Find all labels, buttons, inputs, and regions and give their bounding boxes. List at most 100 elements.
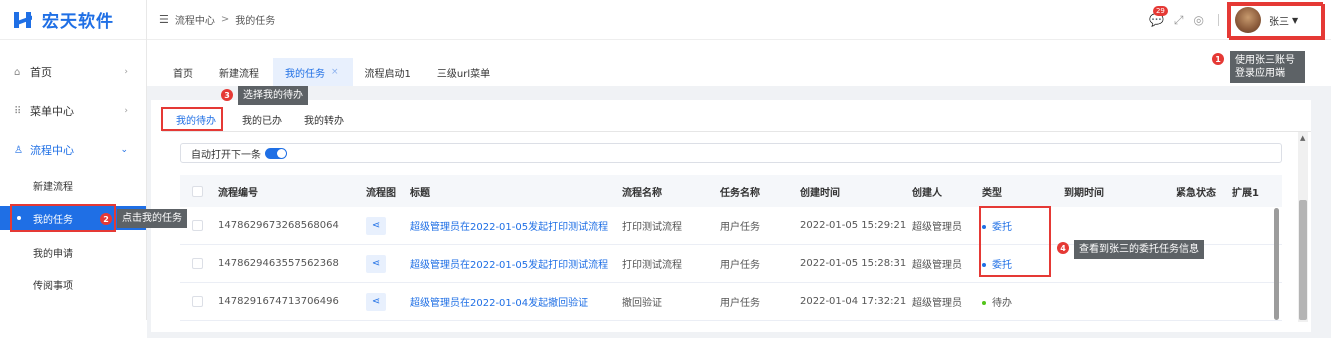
col-header: 扩展1 xyxy=(1232,187,1259,199)
col-header[interactable]: 流程编号 xyxy=(204,184,360,199)
theme-icon[interactable]: ◎ xyxy=(1194,13,1204,27)
sidebar-subitem-circulation[interactable]: 传阅事项 xyxy=(0,272,146,296)
annotation-tooltip: 使用张三账号登录应用端 xyxy=(1230,51,1305,83)
cell-flowchart: ⋖ xyxy=(360,292,404,311)
grid-icon: ⠿ xyxy=(14,105,22,117)
cell-created-time: 2022-01-04 17:32:21 xyxy=(800,296,906,307)
tab-my-tasks[interactable]: 我的任务 × xyxy=(273,58,353,86)
cell-title-link[interactable]: 超级管理员在2022-01-04发起撤回验证 xyxy=(404,294,616,309)
annotation-tooltip: 选择我的待办 xyxy=(238,86,308,105)
auto-open-bar: 自动打开下一条 xyxy=(180,143,1282,163)
tab-home[interactable]: 首页 xyxy=(161,58,207,86)
annotation-tooltip: 点击我的任务 xyxy=(117,209,187,228)
col-header[interactable]: 到期时间 xyxy=(1058,184,1170,199)
annotation-number: 2 xyxy=(100,213,112,225)
sidebar-subitem-label: 新建流程 xyxy=(33,181,73,193)
sidebar-subitem-new-process[interactable]: 新建流程 xyxy=(0,173,146,197)
row-checkbox[interactable] xyxy=(192,258,203,269)
row-checkbox[interactable] xyxy=(192,296,203,307)
cell-created-time: 2022-01-05 15:28:31 xyxy=(800,258,906,269)
col-header: 流程图 xyxy=(366,187,396,199)
toggle-knob xyxy=(277,148,286,158)
select-all-cell xyxy=(180,185,204,197)
table-header: 流程编号 流程图 标题 流程名称 任务名称 创建时间 创建人 类型 到期时间 紧… xyxy=(180,175,1282,207)
sidebar-item-label: 菜单中心 xyxy=(30,105,74,118)
row-select-cell xyxy=(180,296,204,307)
chevron-right-icon: › xyxy=(124,67,128,77)
col-header[interactable]: 创建时间 xyxy=(794,184,906,199)
tab-new-process[interactable]: 新建流程 xyxy=(207,58,273,86)
annotation-number: 1 xyxy=(1212,53,1224,65)
message-icon[interactable]: 💬 29 xyxy=(1149,6,1168,27)
subtab-done[interactable]: 我的已办 xyxy=(222,112,288,127)
cell-creator: 超级管理员 xyxy=(912,260,962,271)
cell-title-link[interactable]: 超级管理员在2022-01-05发起打印测试流程 xyxy=(404,256,616,271)
col-header: 创建人 xyxy=(912,187,942,199)
auto-open-toggle[interactable] xyxy=(265,147,287,159)
cell-task-name: 用户任务 xyxy=(720,298,760,309)
flowchart-icon[interactable]: ⋖ xyxy=(366,254,386,273)
header-divider xyxy=(1218,14,1219,26)
col-header: 类型 xyxy=(982,187,1002,199)
select-all-checkbox[interactable] xyxy=(192,185,203,197)
sidebar-subitem-my-applications[interactable]: 我的申请 xyxy=(0,240,146,264)
tab-label: 新建流程 xyxy=(219,68,259,80)
tab-label: 流程启动1 xyxy=(364,68,411,80)
cell-type: 待办 xyxy=(976,294,1058,309)
col-header: 紧急状态 xyxy=(1176,187,1216,199)
sidebar-subitem-label: 传阅事项 xyxy=(33,280,73,292)
fullscreen-icon[interactable]: ⤢ xyxy=(1174,13,1184,28)
scroll-up-icon[interactable]: ▲ xyxy=(1300,134,1305,142)
cell-process-id: 1478291674713706496 xyxy=(218,296,339,307)
app-name: 宏天软件 xyxy=(42,12,114,32)
scrollbar-thumb[interactable] xyxy=(1299,200,1307,320)
annotation-box-todo xyxy=(161,107,223,131)
home-icon: ⌂ xyxy=(14,66,21,78)
tab-process-start[interactable]: 流程启动1 xyxy=(353,58,425,86)
type-dot xyxy=(982,301,986,305)
annotation-number: 4 xyxy=(1057,242,1069,254)
logo-icon xyxy=(14,11,32,29)
flowchart-icon[interactable]: ⋖ xyxy=(366,292,386,311)
sidebar-item-label: 首页 xyxy=(30,66,52,79)
chevron-down-icon: ⌄ xyxy=(120,145,128,155)
cell-creator: 超级管理员 xyxy=(912,298,962,309)
cell-flowchart: ⋖ xyxy=(360,216,404,235)
cell-process-name: 打印测试流程 xyxy=(622,222,682,233)
tab-url-menu[interactable]: 三级url菜单 xyxy=(425,58,504,86)
chevron-right-icon: › xyxy=(124,106,128,116)
page-scrollbar[interactable] xyxy=(1298,132,1308,322)
table-scrollbar[interactable] xyxy=(1274,208,1279,320)
type-label: 待办 xyxy=(992,298,1012,309)
flow-icon: ♙ xyxy=(14,144,23,156)
row-checkbox[interactable] xyxy=(192,220,203,231)
sidebar-item-flow-center[interactable]: ♙ 流程中心 ⌄ xyxy=(0,140,146,160)
cell-process-name: 撤回验证 xyxy=(622,298,662,309)
sidebar-item-home[interactable]: ⌂ 首页 › xyxy=(0,62,146,82)
breadcrumb: ☰ 流程中心 > 我的任务 xyxy=(147,12,275,27)
cell-process-id: 1478629673268568064 xyxy=(218,220,339,231)
annotation-number: 3 xyxy=(221,89,233,101)
breadcrumb-item[interactable]: 流程中心 xyxy=(175,12,215,27)
auto-open-label: 自动打开下一条 xyxy=(191,149,261,161)
sidebar-subitem-label: 我的申请 xyxy=(33,248,73,260)
flowchart-icon[interactable]: ⋖ xyxy=(366,216,386,235)
annotation-box-type xyxy=(979,206,1051,277)
sidebar-item-menu-center[interactable]: ⠿ 菜单中心 › xyxy=(0,101,146,121)
subtab-transferred[interactable]: 我的转办 xyxy=(288,112,350,127)
menu-toggle-icon[interactable]: ☰ xyxy=(159,13,169,26)
message-badge: 29 xyxy=(1152,6,1168,16)
close-icon[interactable]: × xyxy=(331,67,339,77)
cell-title-link[interactable]: 超级管理员在2022-01-05发起打印测试流程 xyxy=(404,218,616,233)
cell-process-name: 打印测试流程 xyxy=(622,260,682,271)
tab-label: 三级url菜单 xyxy=(436,68,491,80)
table-row[interactable]: 1478291674713706496 ⋖ 超级管理员在2022-01-04发起… xyxy=(180,283,1282,321)
annotation-box-user xyxy=(1229,4,1325,40)
subtab-divider xyxy=(162,131,1311,132)
cell-flowchart: ⋖ xyxy=(360,254,404,273)
cell-created-time: 2022-01-05 15:29:21 xyxy=(800,220,906,231)
cell-process-id: 1478629463557562368 xyxy=(218,258,339,269)
app-logo[interactable]: 宏天软件 xyxy=(0,0,146,40)
tab-label: 我的任务 xyxy=(285,68,325,80)
cell-creator: 超级管理员 xyxy=(912,222,962,233)
